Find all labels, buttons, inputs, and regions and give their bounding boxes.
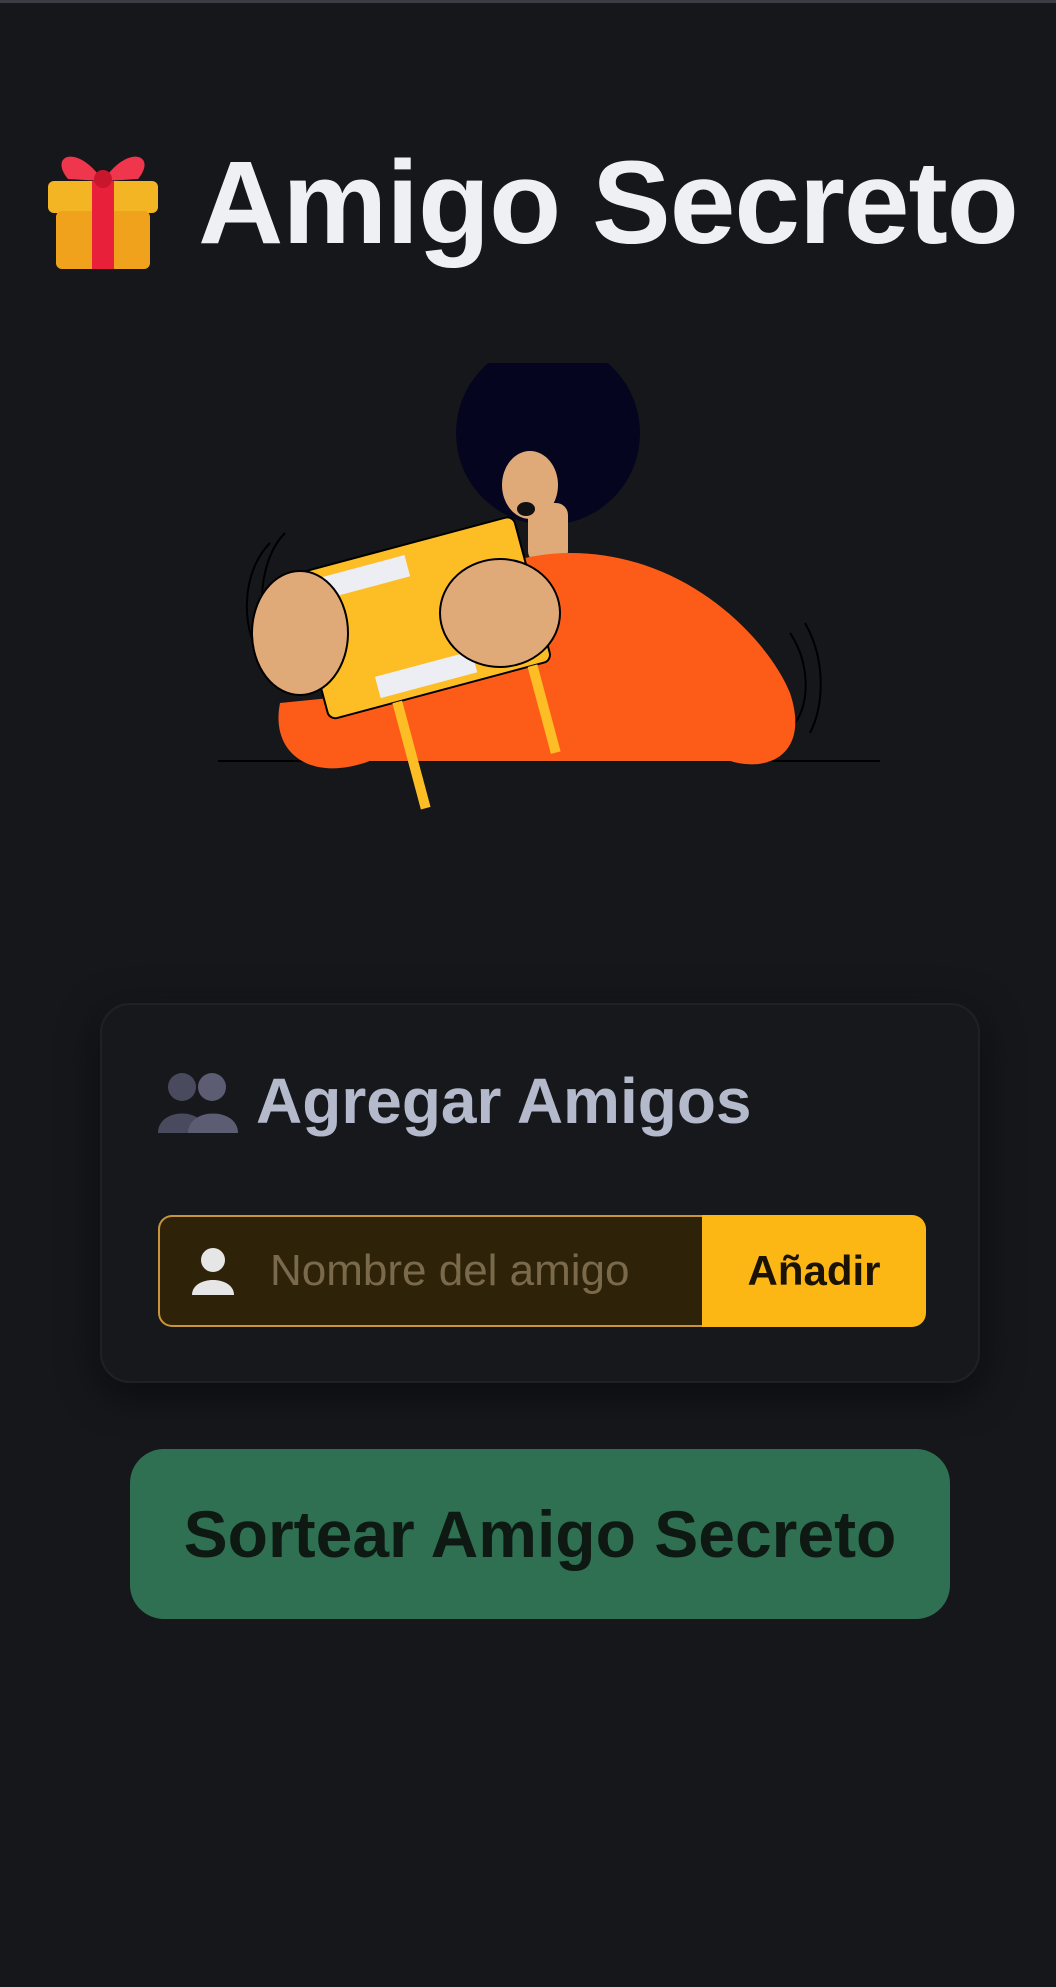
friend-name-field <box>158 1215 702 1327</box>
draw-secret-friend-button[interactable]: Sortear Amigo Secreto <box>130 1449 950 1619</box>
add-friends-card: Agregar Amigos Añadir <box>100 1003 980 1383</box>
user-icon <box>192 1248 234 1295</box>
person-holding-gift-illustration <box>218 363 880 810</box>
page-title: Amigo Secreto <box>198 137 1019 269</box>
card-heading: Agregar Amigos <box>158 1069 752 1133</box>
friend-name-input[interactable] <box>270 1246 680 1296</box>
add-friend-form: Añadir <box>158 1215 926 1327</box>
header: Amigo Secreto <box>0 123 1056 283</box>
people-icon <box>158 1073 238 1133</box>
gift-icon <box>48 156 159 269</box>
app-page: Amigo Secreto Agregar Amigos Nombre del … <box>0 0 1056 1987</box>
card-title: Agregar Amigos <box>256 1065 752 1137</box>
add-friend-button[interactable]: Añadir <box>702 1215 926 1327</box>
